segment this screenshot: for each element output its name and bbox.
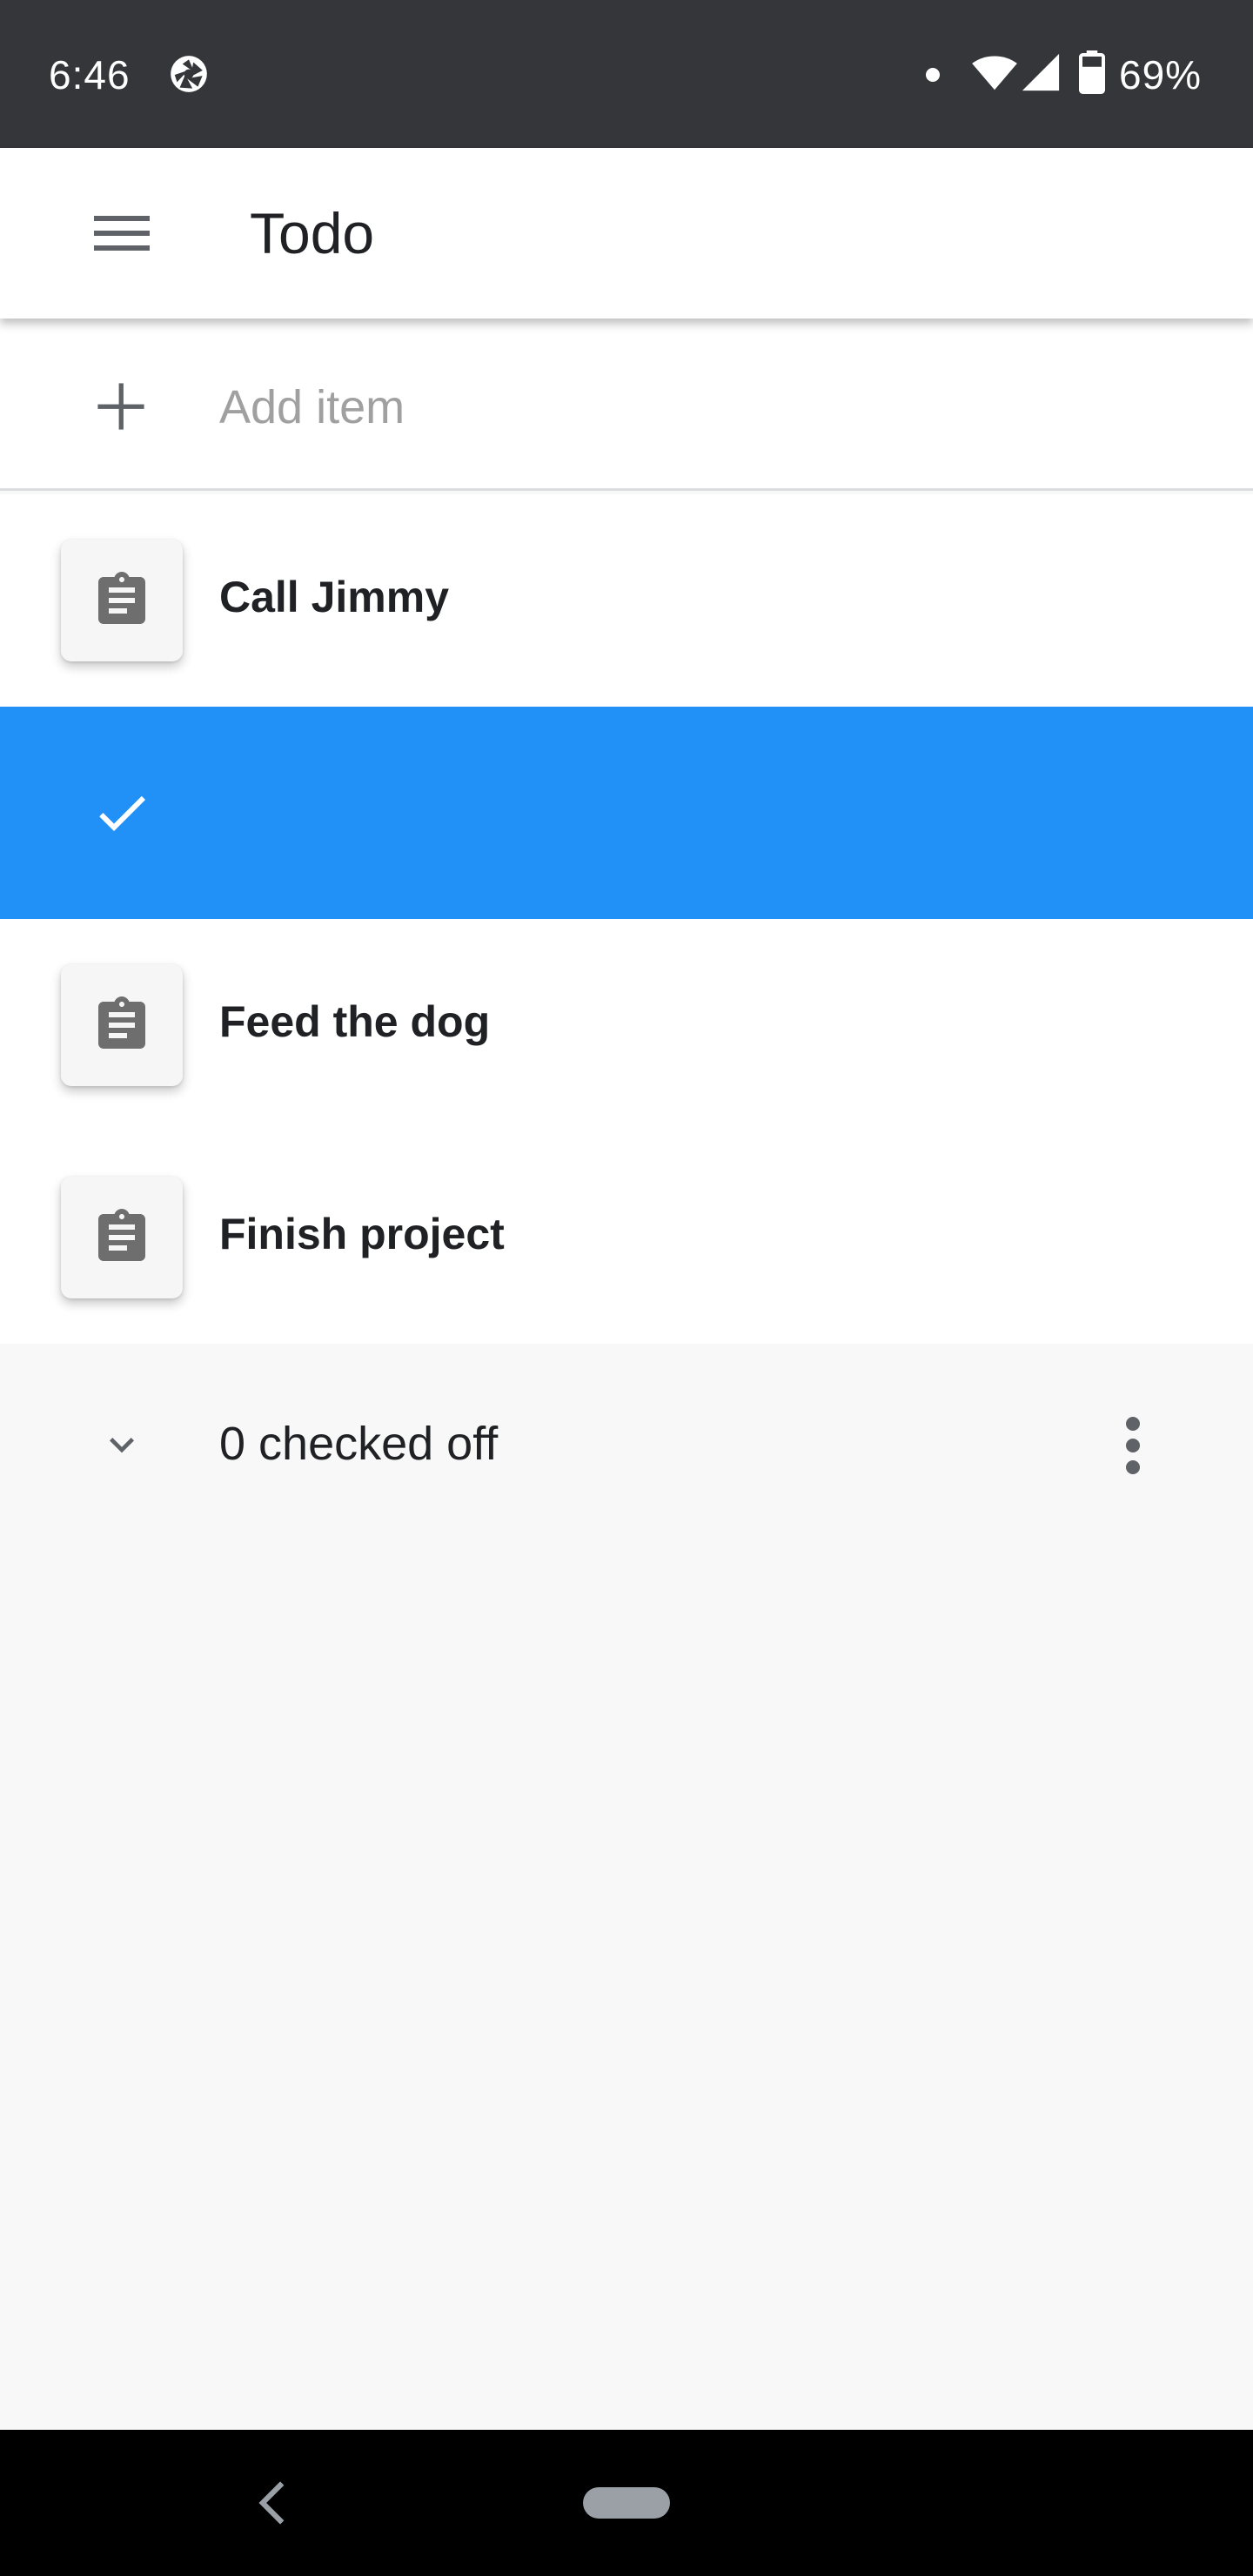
battery-icon bbox=[1079, 50, 1105, 94]
todo-label: Call Jimmy bbox=[219, 573, 450, 621]
plus-icon[interactable] bbox=[96, 381, 146, 432]
todo-item-selected[interactable] bbox=[0, 707, 1253, 919]
check-icon[interactable] bbox=[90, 782, 153, 844]
add-item-input[interactable] bbox=[219, 372, 1176, 442]
home-pill-icon[interactable] bbox=[583, 2487, 670, 2519]
app-bar: Todo bbox=[0, 148, 1253, 319]
clipboard-icon bbox=[98, 572, 145, 624]
todo-screen: 6:46 69% Todo Add item Call Jimmy Feed t… bbox=[0, 0, 1253, 2576]
clipboard-icon bbox=[98, 1209, 145, 1261]
page-title: Todo bbox=[250, 201, 375, 265]
todo-item-feed-the-dog[interactable]: Feed the dog bbox=[0, 919, 1253, 1131]
wifi-icon bbox=[972, 56, 1017, 91]
checked-off-section[interactable]: 0 checked off bbox=[0, 1345, 1253, 1540]
status-bar: 6:46 69% bbox=[0, 0, 1253, 148]
hamburger-menu-icon[interactable] bbox=[87, 204, 157, 263]
checked-off-count: 0 checked off bbox=[219, 1418, 499, 1470]
camera-shutter-icon bbox=[171, 56, 207, 92]
clipboard-icon bbox=[98, 996, 145, 1049]
navigation-bar bbox=[0, 2430, 1253, 2576]
todo-label: Finish project bbox=[219, 1210, 505, 1258]
cell-signal-icon bbox=[1022, 53, 1060, 91]
chevron-down-icon[interactable] bbox=[96, 1420, 148, 1469]
status-time: 6:46 bbox=[49, 52, 131, 97]
battery-percentage: 69% bbox=[1119, 52, 1203, 97]
add-item-row[interactable] bbox=[0, 319, 1253, 491]
todo-card[interactable] bbox=[61, 1177, 183, 1298]
back-icon[interactable] bbox=[258, 2479, 287, 2527]
more-vert-icon[interactable] bbox=[1116, 1415, 1150, 1476]
todo-card[interactable] bbox=[61, 964, 183, 1086]
todo-item-finish-project[interactable]: Finish project bbox=[0, 1131, 1253, 1344]
notification-dot-icon bbox=[926, 68, 940, 82]
todo-label: Feed the dog bbox=[219, 997, 491, 1046]
todo-card[interactable] bbox=[61, 540, 183, 661]
todo-item-call-jimmy[interactable]: Call Jimmy bbox=[0, 494, 1253, 707]
